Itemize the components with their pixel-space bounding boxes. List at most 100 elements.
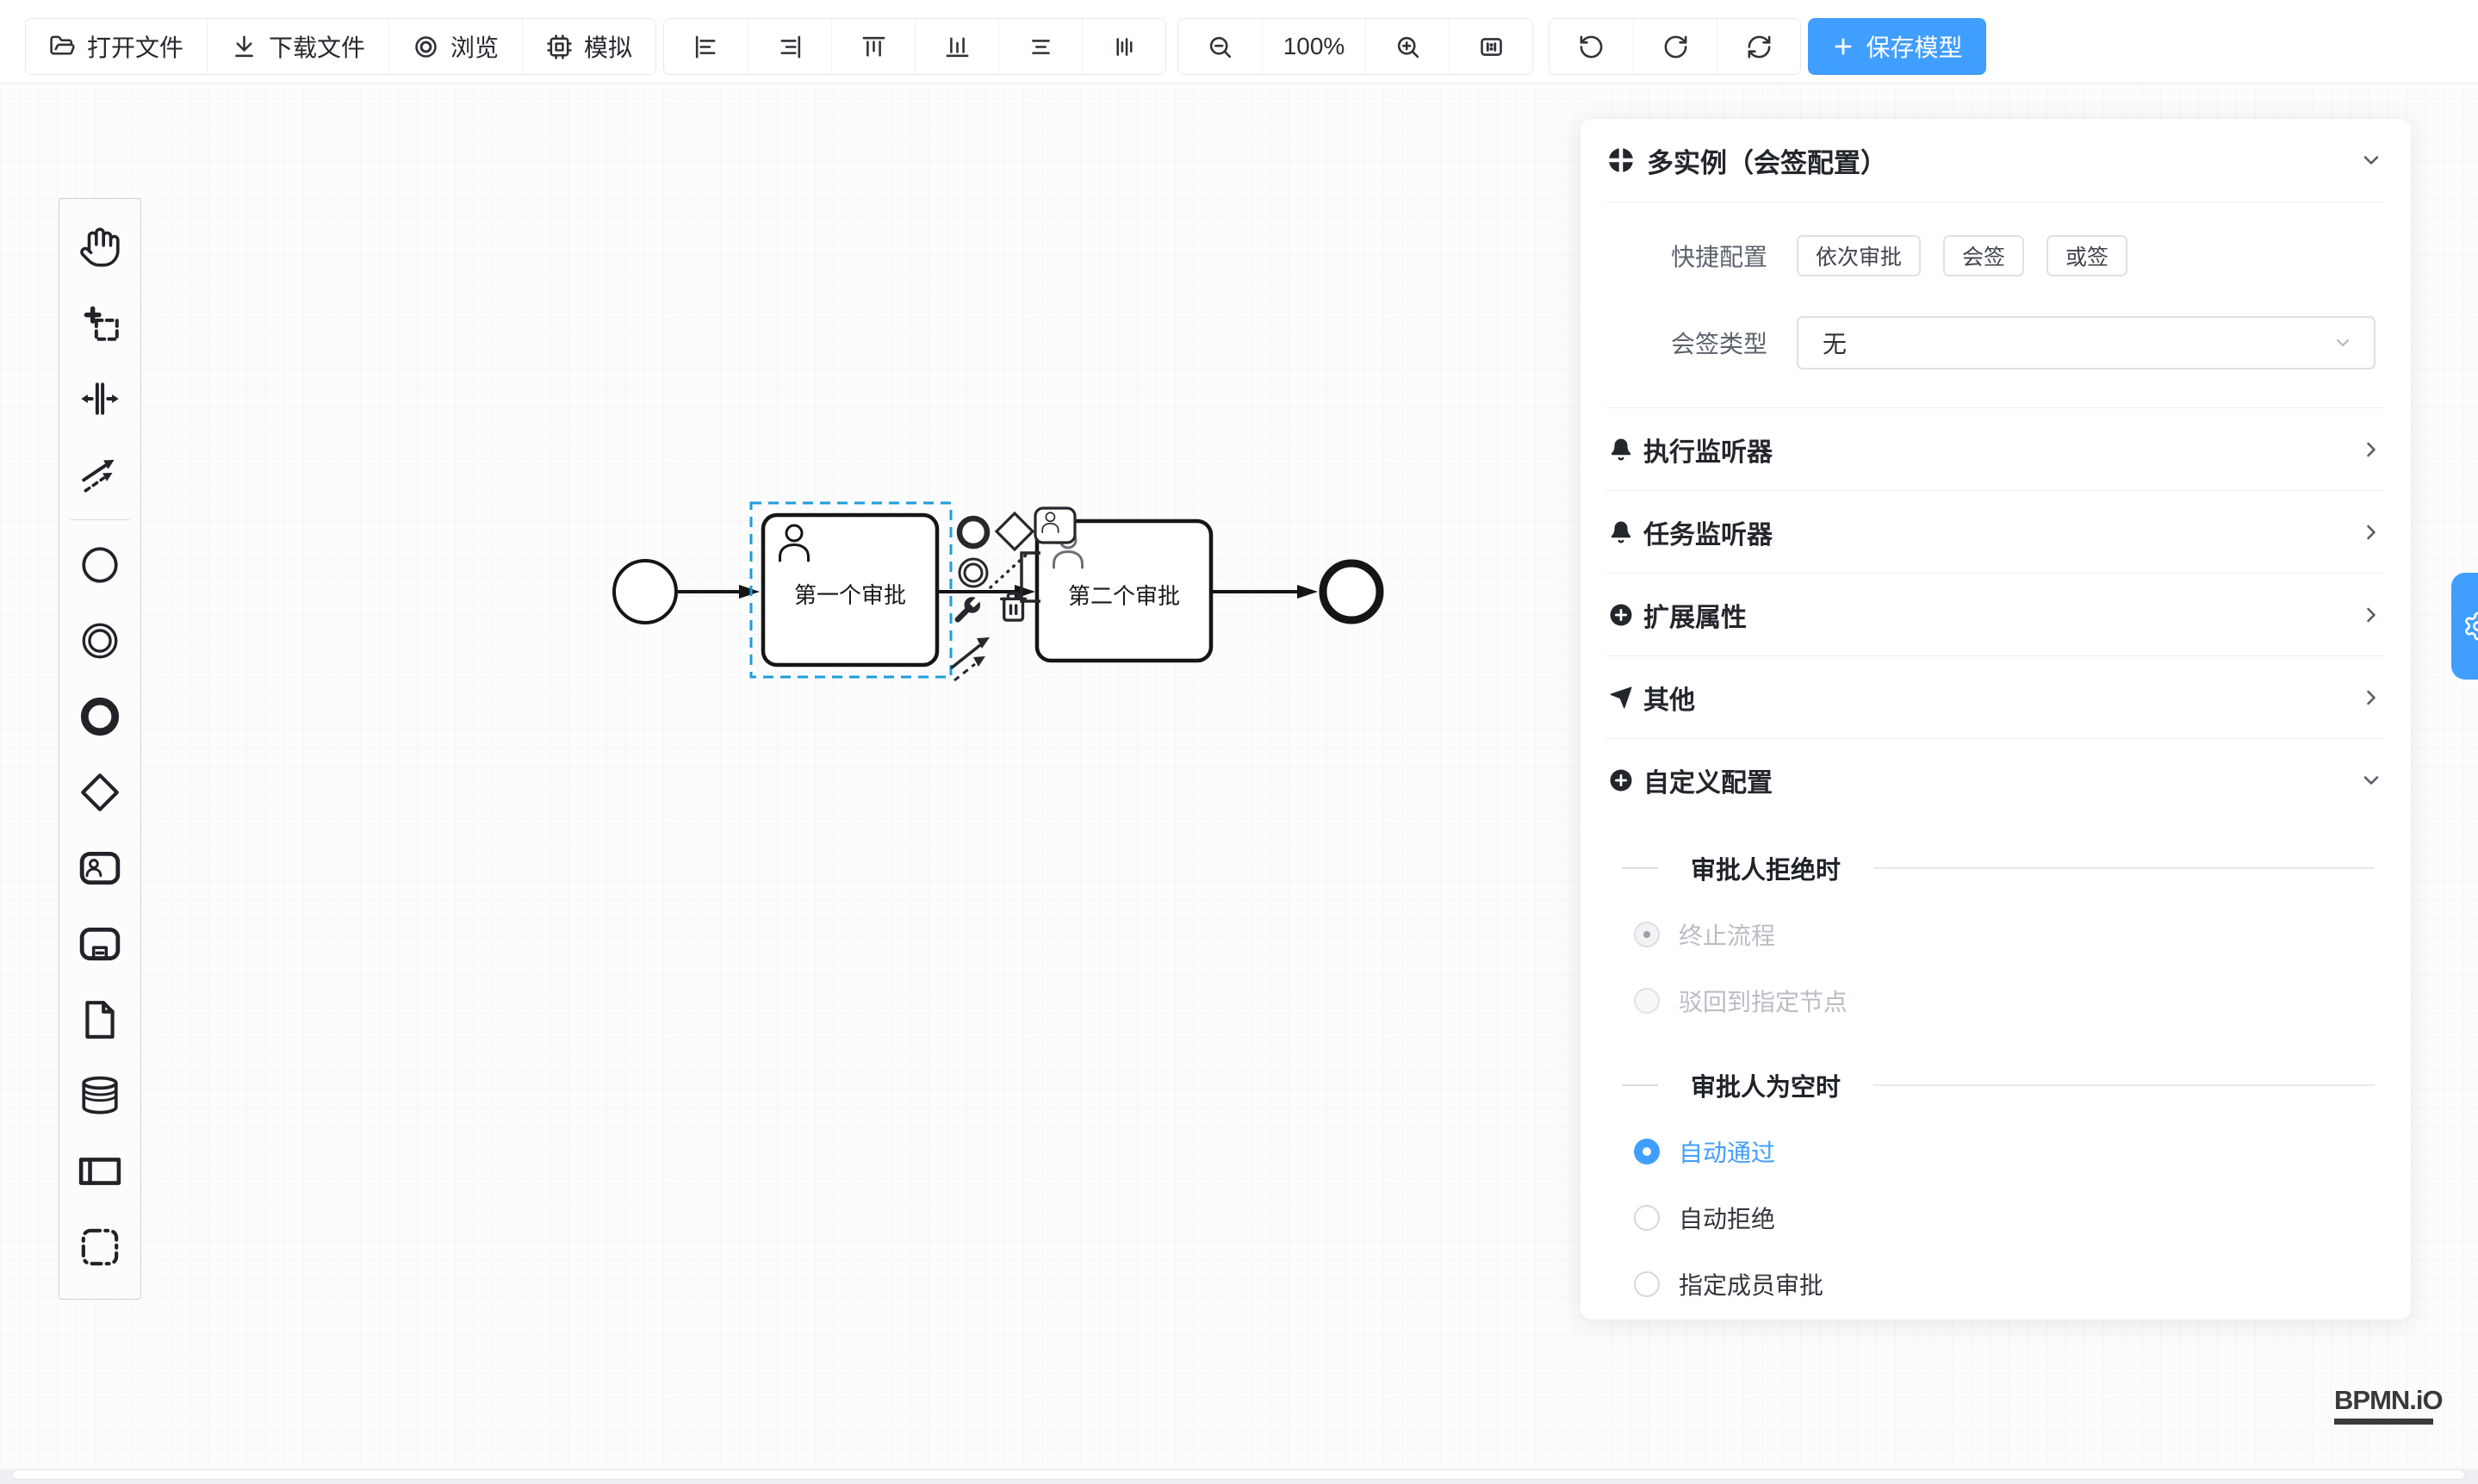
divider [1622, 1084, 1658, 1086]
palette-gateway[interactable] [59, 754, 140, 830]
simulate-button[interactable]: 模拟 [522, 19, 655, 74]
radio-assign-member[interactable]: 指定成员审批 [1581, 1259, 2411, 1309]
send-icon [1608, 685, 1634, 711]
bpmn-io-logo-text: BPMN.iO [2334, 1385, 2443, 1416]
radio-label: 终止流程 [1679, 917, 1775, 952]
sign-type-select[interactable]: 无 [1797, 316, 2376, 369]
horizontal-scrollbar-thumb[interactable] [12, 1469, 2465, 1480]
end-event-node[interactable] [1323, 563, 1380, 620]
quick-config-orsign-button[interactable]: 或签 [2046, 235, 2127, 276]
bpmn-canvas[interactable]: 第一个审批 第二个审批 [0, 84, 2478, 1484]
palette-hand-tool[interactable] [59, 209, 140, 285]
radio-label: 驳回到指定节点 [1679, 984, 1848, 1018]
change-type-wrench-icon[interactable] [955, 597, 980, 622]
quick-config-sequential-button[interactable]: 依次审批 [1797, 235, 1921, 276]
align-center-vertical-button[interactable] [1082, 19, 1165, 74]
user-task-icon [78, 847, 121, 890]
hand-tool-icon [78, 226, 121, 269]
open-file-button[interactable]: 打开文件 [26, 19, 207, 74]
zoom-in-button[interactable] [1365, 19, 1449, 74]
zoom-out-button[interactable] [1178, 19, 1262, 74]
divider [1622, 867, 1658, 869]
radio-label: 自动通过 [1679, 1134, 1775, 1169]
radio-button[interactable] [1634, 922, 1660, 947]
align-bottom-button[interactable] [915, 19, 998, 74]
delete-trash-icon[interactable] [1002, 593, 1026, 620]
section-label: 其他 [1643, 679, 2350, 717]
section-label: 扩展属性 [1643, 596, 2350, 634]
palette-participant-pool[interactable] [59, 1133, 140, 1209]
radio-button[interactable] [1634, 988, 1660, 1014]
redo-button[interactable] [1633, 19, 1717, 74]
palette-space-tool[interactable] [59, 361, 140, 437]
append-end-event-icon[interactable] [960, 518, 987, 546]
chevron-down-icon [2359, 768, 2383, 792]
palette-create-tool[interactable] [59, 285, 140, 361]
section-custom-config[interactable]: 自定义配置 [1581, 739, 2411, 821]
sign-type-row: 会签类型 无 [1581, 316, 2411, 369]
task2-label[interactable]: 第二个审批 [1037, 521, 1211, 661]
chevron-right-icon [2359, 686, 2383, 710]
radio-button[interactable] [1634, 1139, 1660, 1164]
task1-label[interactable]: 第一个审批 [763, 515, 937, 665]
zoom-level-value[interactable]: 100% [1262, 19, 1365, 74]
radio-terminate-process[interactable]: 终止流程 [1581, 910, 2411, 959]
radio-auto-reject[interactable]: 自动拒绝 [1581, 1193, 2411, 1243]
horizontal-scrollbar-track[interactable] [0, 1469, 2478, 1484]
panel-header[interactable]: 多实例（会签配置） [1581, 119, 2411, 202]
section-extended-properties[interactable]: 扩展属性 [1581, 574, 2411, 655]
sign-type-value: 无 [1823, 326, 1847, 360]
align-left-button[interactable] [664, 19, 748, 74]
connect-arrows-icon[interactable] [951, 637, 990, 680]
palette-subprocess[interactable] [59, 906, 140, 982]
palette-intermediate-event[interactable] [59, 603, 140, 679]
palette-group[interactable] [59, 1209, 140, 1285]
palette-end-event[interactable] [59, 679, 140, 754]
align-right-button[interactable] [748, 19, 831, 74]
align-center-horizontal-button[interactable] [998, 19, 1082, 74]
align-top-button[interactable] [831, 19, 915, 74]
section-other[interactable]: 其他 [1581, 656, 2411, 738]
chevron-right-icon [2359, 520, 2383, 544]
radio-return-to-node[interactable]: 驳回到指定节点 [1581, 976, 2411, 1026]
subprocess-icon [78, 922, 121, 966]
palette-connect-tool[interactable] [59, 437, 140, 512]
palette-data-object[interactable] [59, 982, 140, 1058]
download-file-button[interactable]: 下载文件 [207, 19, 388, 74]
radio-button[interactable] [1634, 1205, 1660, 1231]
radio-label: 指定成员审批 [1679, 1267, 1823, 1301]
chevron-right-icon [2359, 438, 2383, 462]
data-store-icon [78, 1074, 121, 1117]
radio-button[interactable] [1634, 1271, 1660, 1297]
palette [59, 198, 141, 1300]
palette-start-event[interactable] [59, 527, 140, 603]
align-bottom-icon [944, 34, 971, 60]
zoom-reset-button[interactable] [1449, 19, 1532, 74]
undo-button[interactable] [1550, 19, 1633, 74]
start-event-node[interactable] [614, 561, 676, 623]
create-tool-icon [78, 301, 121, 345]
section-task-listener[interactable]: 任务监听器 [1581, 491, 2411, 573]
divider [1873, 1084, 2375, 1086]
quick-config-row: 快捷配置 依次审批 会签 或签 [1581, 235, 2411, 276]
radio-label: 自动拒绝 [1679, 1201, 1775, 1235]
save-model-button[interactable]: 保存模型 [1808, 18, 1986, 75]
palette-user-task[interactable] [59, 830, 140, 906]
chevron-right-icon [2359, 603, 2383, 627]
align-button-group [663, 18, 1166, 75]
end-event-icon [78, 695, 121, 738]
refresh-button[interactable] [1717, 19, 1800, 74]
preview-button[interactable]: 浏览 [388, 19, 522, 74]
append-intermediate-event-icon[interactable] [960, 559, 987, 587]
settings-tab[interactable] [2451, 573, 2478, 680]
palette-data-store[interactable] [59, 1058, 140, 1133]
chevron-down-icon[interactable] [2359, 148, 2383, 172]
redo-icon [1662, 34, 1689, 60]
append-gateway-icon[interactable] [997, 513, 1033, 550]
quick-config-countersign-button[interactable]: 会签 [1943, 235, 2024, 276]
chevron-down-icon [2332, 332, 2353, 353]
radio-auto-pass[interactable]: 自动通过 [1581, 1127, 2411, 1177]
bpmn-io-watermark[interactable]: BPMN.iO [2334, 1385, 2443, 1425]
section-execution-listener[interactable]: 执行监听器 [1581, 408, 2411, 490]
empty-group-title-text: 审批人为空时 [1691, 1067, 1841, 1103]
